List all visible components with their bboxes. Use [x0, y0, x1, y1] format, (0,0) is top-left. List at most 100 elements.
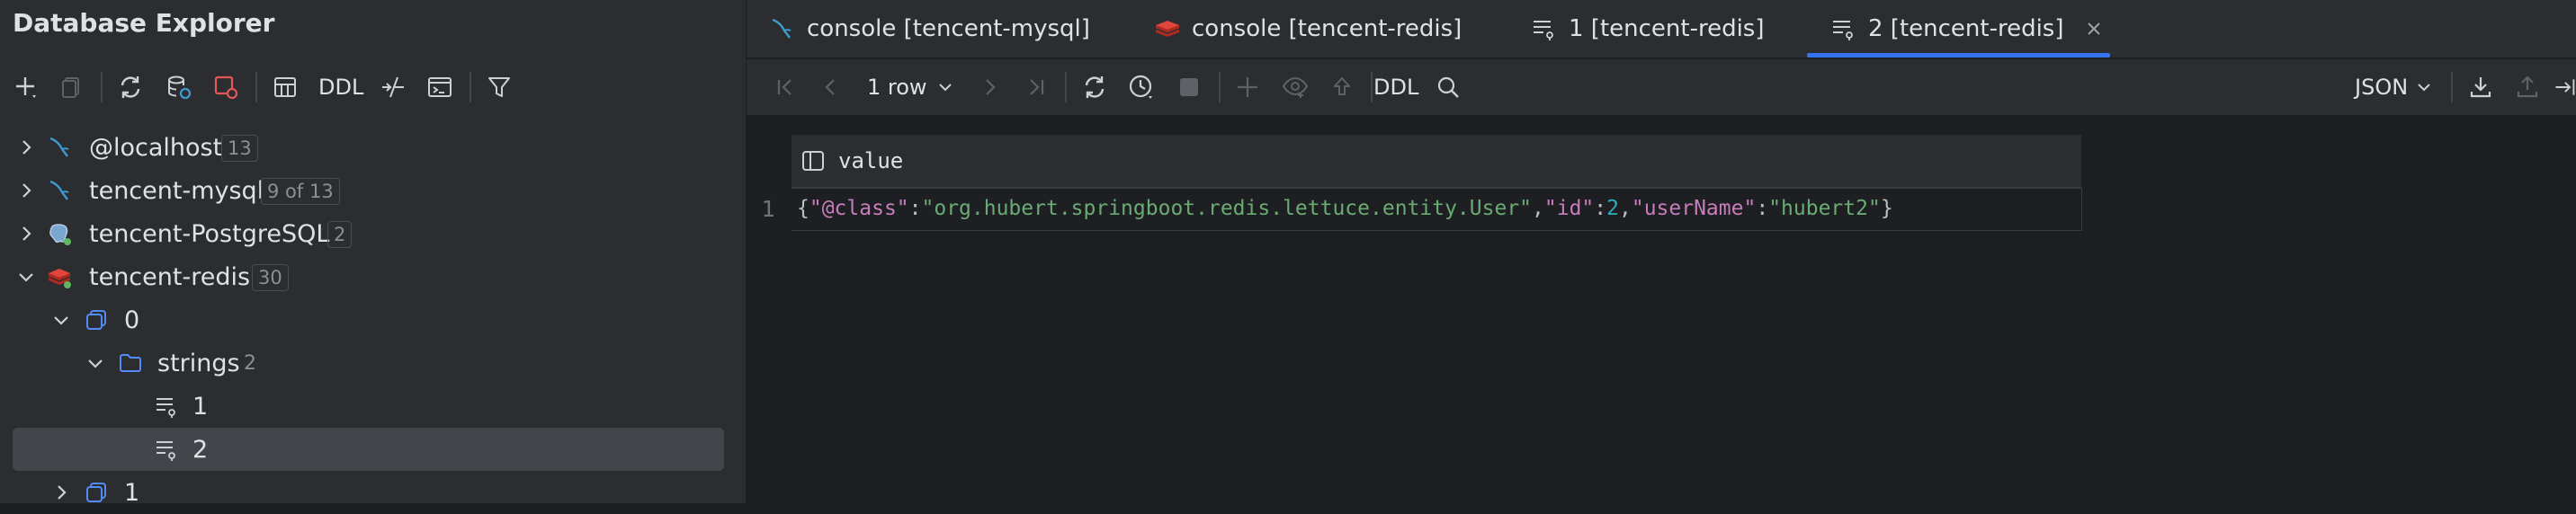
column-header-label: value	[838, 148, 904, 173]
database-icon	[86, 310, 106, 330]
column-header-value[interactable]: value	[792, 135, 2081, 188]
schema-settings-icon[interactable]	[164, 72, 194, 102]
explorer-toolbar: DDL	[0, 59, 746, 115]
database-explorer-panel: Database Explorer DDL @localhost 13 tenc…	[0, 0, 747, 507]
add-row-icon[interactable]	[1232, 72, 1263, 102]
search-icon[interactable]	[1433, 72, 1463, 102]
chevron-right-icon[interactable]	[15, 180, 37, 201]
json-token-num: 2	[1606, 197, 1619, 220]
chevron-down-icon	[2418, 84, 2430, 92]
tab-key-1-tencent-redis[interactable]: 1 [tencent-redis]	[1531, 0, 1765, 58]
key-icon	[1534, 21, 1553, 40]
toolbar-separator	[1065, 72, 1067, 102]
json-token-punct: {	[797, 197, 809, 220]
tree-node-localhost[interactable]: @localhost 13	[0, 126, 746, 169]
chevron-right-icon[interactable]	[15, 137, 37, 158]
chevron-right-icon[interactable]	[50, 482, 72, 503]
previous-page-icon[interactable]	[816, 72, 846, 102]
refresh-icon[interactable]	[1079, 72, 1110, 102]
view-icon[interactable]	[1280, 72, 1310, 102]
redis-icon	[48, 269, 71, 288]
close-icon[interactable]	[2084, 19, 2104, 39]
tree-node-key-1[interactable]: 1	[0, 385, 746, 428]
next-page-icon[interactable]	[974, 72, 1005, 102]
child-count: 2	[244, 351, 256, 375]
chevron-down-icon[interactable]	[50, 309, 72, 331]
json-token-key: "@class"	[809, 197, 909, 220]
tab-label: console [tencent-redis]	[1192, 15, 1462, 42]
stop-icon[interactable]	[1174, 72, 1204, 102]
tab-console-tencent-redis[interactable]: console [tencent-redis]	[1154, 0, 1462, 58]
panel-title: Database Explorer	[13, 7, 275, 38]
toolbar-separator	[1219, 72, 1221, 102]
mysql-icon	[49, 180, 69, 200]
database-icon	[86, 483, 106, 502]
tree-node-key-2[interactable]: 2	[13, 428, 724, 471]
active-tab-indicator	[1807, 53, 2110, 58]
chevron-down-icon[interactable]	[85, 352, 106, 374]
json-token-punct: :	[908, 197, 922, 220]
console-icon[interactable]	[425, 72, 455, 102]
export-icon[interactable]	[2553, 72, 2576, 102]
tree-node-db-0[interactable]: 0	[0, 298, 746, 341]
tree-node-label: 1	[192, 392, 209, 421]
count-badge: 13	[221, 135, 258, 162]
json-token-punct: ,	[1618, 197, 1632, 220]
last-page-icon[interactable]	[1021, 72, 1051, 102]
postgresql-icon	[49, 224, 71, 245]
tab-key-2-tencent-redis[interactable]: 2 [tencent-redis]	[1830, 0, 2104, 58]
filter-icon[interactable]	[484, 72, 514, 102]
row-count-dropdown[interactable]: 1 row	[867, 72, 954, 102]
table-icon[interactable]	[270, 72, 300, 102]
tree-node-label: tencent-mysql	[89, 176, 264, 205]
upload-icon[interactable]	[2512, 72, 2543, 102]
tree-node-label: tencent-PostgreSQL	[89, 219, 330, 248]
key-icon	[157, 441, 175, 461]
download-icon[interactable]	[2465, 72, 2496, 102]
jump-icon[interactable]	[378, 72, 408, 102]
value-cell[interactable]: {"@class": "org.hubert.springboot.redis.l…	[797, 188, 1893, 229]
tab-label: console [tencent-mysql]	[807, 15, 1090, 42]
ddl-button[interactable]: DDL	[318, 72, 363, 102]
chevron-down-icon[interactable]	[15, 266, 37, 288]
tree-node-label: 1	[124, 478, 140, 507]
folder-icon	[120, 354, 141, 372]
toolbar-separator	[470, 72, 471, 102]
add-icon[interactable]	[11, 72, 41, 102]
row-number: 1	[761, 195, 775, 222]
tree-node-strings[interactable]: strings 2	[0, 341, 746, 385]
copy-icon[interactable]	[56, 72, 86, 102]
tab-label: 1 [tencent-redis]	[1569, 15, 1765, 42]
tree-node-label: strings	[157, 349, 240, 377]
chevron-down-icon	[938, 84, 952, 92]
mysql-icon	[49, 137, 69, 157]
json-token-punct: ,	[1532, 197, 1544, 220]
json-token-punct: :	[1756, 197, 1769, 220]
tree-node-tencent-mysql[interactable]: tencent-mysql 9 of 13	[0, 169, 746, 212]
history-icon[interactable]	[1126, 72, 1157, 102]
redis-console-icon	[1155, 21, 1180, 37]
chevron-right-icon[interactable]	[15, 223, 37, 244]
key-icon	[157, 398, 175, 418]
ddl-button[interactable]: DDL	[1373, 72, 1418, 102]
row-count-label: 1 row	[867, 75, 927, 100]
tree-node-label: 2	[192, 435, 209, 464]
key-icon	[1833, 21, 1853, 40]
tree-node-tencent-postgresql[interactable]: tencent-PostgreSQL 2	[0, 212, 746, 255]
tree-node-tencent-redis[interactable]: tencent-redis 30	[0, 255, 746, 298]
format-dropdown[interactable]: JSON	[2355, 72, 2433, 102]
json-token-punct: :	[1594, 197, 1607, 220]
json-token-str: "org.hubert.springboot.redis.lettuce.ent…	[921, 197, 1533, 220]
tab-console-tencent-mysql[interactable]: console [tencent-mysql]	[769, 0, 1090, 58]
mysql-console-icon	[772, 18, 792, 39]
tree-node-label: 0	[124, 306, 140, 334]
toolbar-separator	[255, 72, 257, 102]
tree-node-db-1[interactable]: 1	[0, 471, 746, 514]
json-token-key: "userName"	[1631, 197, 1757, 220]
disconnect-icon[interactable]	[210, 72, 241, 102]
refresh-icon[interactable]	[115, 72, 146, 102]
submit-icon[interactable]	[1327, 72, 1357, 102]
first-page-icon[interactable]	[770, 72, 801, 102]
editor-tab-bar: console [tencent-mysql] console [tencent…	[747, 0, 2576, 58]
tree-node-label: @localhost	[89, 133, 223, 162]
